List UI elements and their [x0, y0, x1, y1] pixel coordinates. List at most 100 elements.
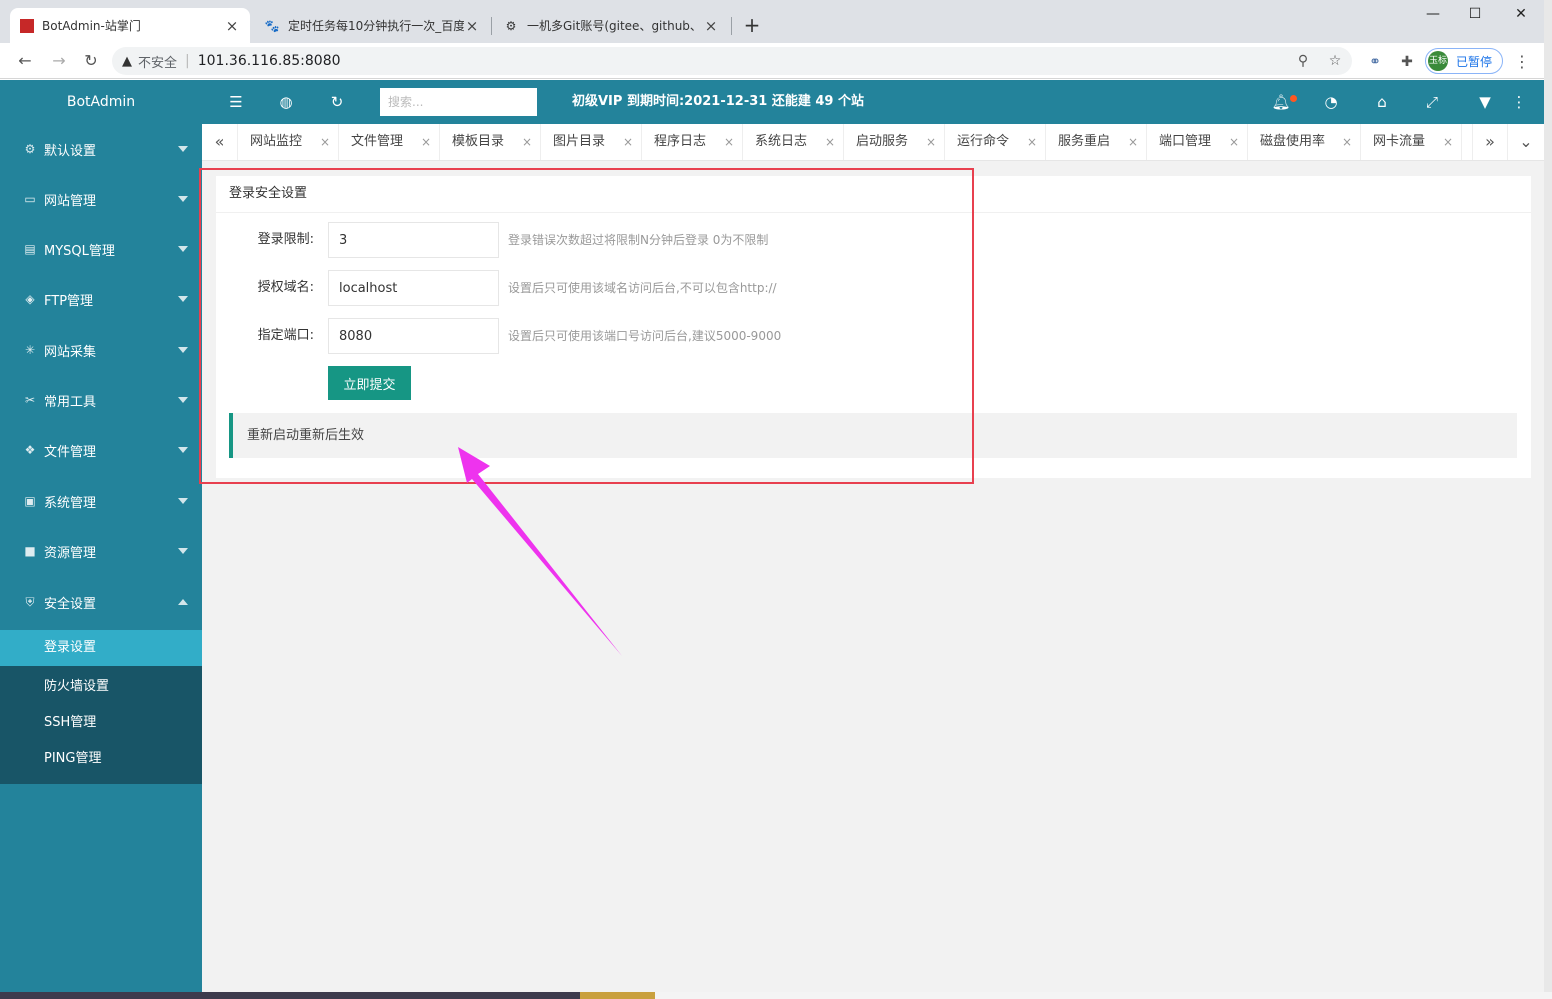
- reload-icon[interactable]: ↻: [80, 50, 102, 72]
- close-icon[interactable]: ×: [1342, 124, 1352, 160]
- port-input[interactable]: [328, 318, 499, 354]
- close-tab-icon[interactable]: ×: [464, 17, 480, 35]
- page-tab[interactable]: 启动服务 ×: [844, 124, 945, 160]
- page-tab[interactable]: 系统日志 ×: [743, 124, 844, 160]
- sidebar-item-default-settings[interactable]: ⚙ 默认设置: [0, 124, 202, 174]
- browser-tab-botadmin[interactable]: BotAdmin-站掌门 ×: [10, 8, 250, 43]
- url-text: 101.36.116.85:8080: [197, 53, 341, 69]
- close-icon[interactable]: ×: [926, 124, 936, 160]
- sidebar-item-security-settings[interactable]: ⛨ 安全设置: [0, 577, 202, 627]
- caret-down-icon: [178, 246, 188, 252]
- new-tab-plus-icon[interactable]: +: [740, 14, 764, 38]
- bookmark-star-icon[interactable]: ☆: [1324, 47, 1346, 75]
- more-vertical-icon[interactable]: ⋮: [1509, 92, 1529, 112]
- chevron-down-icon[interactable]: ⌄: [1508, 124, 1544, 160]
- submenu-firewall-settings[interactable]: 防火墙设置: [0, 669, 202, 705]
- scroll-right-double-chevron-icon[interactable]: »: [1472, 124, 1508, 160]
- globe-icon[interactable]: ◍: [276, 92, 296, 112]
- close-icon[interactable]: ×: [825, 124, 835, 160]
- extensions-puzzle-icon[interactable]: ✚: [1397, 52, 1417, 72]
- browser-menu-icon[interactable]: ⋮: [1513, 52, 1531, 71]
- close-tab-icon[interactable]: ×: [224, 17, 240, 35]
- page-tab[interactable]: 端口管理 ×: [1147, 124, 1248, 160]
- dashboard-gauge-icon[interactable]: ◔: [1321, 92, 1341, 112]
- page-tab[interactable]: 程序日志 ×: [642, 124, 743, 160]
- close-icon[interactable]: ×: [1128, 124, 1138, 160]
- baidu-paw-favicon-icon: 🐾: [264, 18, 280, 33]
- extension-link-icon[interactable]: ⚭: [1365, 52, 1385, 72]
- ftp-icon: ◈: [25, 292, 35, 306]
- submenu-login-settings[interactable]: 登录设置: [0, 630, 202, 666]
- close-icon[interactable]: ×: [1229, 124, 1239, 160]
- search-input[interactable]: [380, 88, 537, 116]
- fullscreen-icon[interactable]: ⤢: [1422, 92, 1442, 112]
- separator: |: [185, 53, 190, 69]
- scroll-left-double-chevron-icon[interactable]: «: [202, 124, 238, 160]
- refresh-icon[interactable]: ↻: [327, 92, 347, 112]
- login-limit-input[interactable]: [328, 222, 499, 258]
- page-tab[interactable]: 网站监控 ×: [238, 124, 339, 160]
- minimize-icon[interactable]: —: [1410, 6, 1456, 26]
- caret-down-icon: [178, 397, 188, 403]
- browser-tab-bar: BotAdmin-站掌门 × 🐾 定时任务每10分钟执行一次_百度 × ⚙ 一机…: [0, 0, 1544, 43]
- sidebar-item-site-management[interactable]: ▭ 网站管理: [0, 174, 202, 224]
- browser-tab-baidu[interactable]: 🐾 定时任务每10分钟执行一次_百度 ×: [254, 8, 490, 43]
- sidebar-item-resource-management[interactable]: ■ 资源管理: [0, 526, 202, 576]
- profile-button[interactable]: 玉标 已暂停: [1425, 48, 1503, 74]
- caret-down-icon: [178, 146, 188, 152]
- caret-up-icon: [178, 599, 188, 605]
- page-tab[interactable]: 模板目录 ×: [440, 124, 541, 160]
- back-arrow-icon[interactable]: ←: [14, 50, 36, 72]
- resource-icon: ■: [24, 544, 36, 558]
- sidebar-item-file-management[interactable]: ❖ 文件管理: [0, 425, 202, 475]
- vip-status: 初级VIP 到期时间:2021-12-31 还能建 49 个站: [572, 94, 864, 109]
- bell-icon[interactable]: 🔔︎: [1271, 92, 1291, 112]
- security-submenu: 登录设置 防火墙设置 SSH管理 PING管理: [0, 630, 202, 784]
- forward-arrow-icon[interactable]: →: [48, 50, 70, 72]
- close-icon[interactable]: ×: [1443, 124, 1453, 160]
- tag-icon[interactable]: ⌂: [1372, 92, 1392, 112]
- page-tab[interactable]: 网卡流量 ×: [1361, 124, 1462, 160]
- app-logo: BotAdmin: [0, 80, 202, 124]
- auth-domain-input[interactable]: [328, 270, 499, 306]
- sidebar-item-system-management[interactable]: ▣ 系统管理: [0, 476, 202, 526]
- menu-toggle-icon[interactable]: ☰: [226, 92, 246, 112]
- notification-dot: [1290, 95, 1297, 102]
- caret-down-icon: [178, 196, 188, 202]
- maximize-icon[interactable]: ☐: [1452, 6, 1498, 26]
- close-window-icon[interactable]: ✕: [1498, 6, 1544, 26]
- page-tab[interactable]: 文件管理 ×: [339, 124, 440, 160]
- omnibox[interactable]: ▲ 不安全 | 101.36.116.85:8080 ⚲ ☆: [112, 47, 1352, 75]
- sidebar-item-mysql[interactable]: ▤ MYSQL管理: [0, 224, 202, 274]
- profile-status: 已暂停: [1456, 54, 1493, 69]
- close-icon[interactable]: ×: [724, 124, 734, 160]
- page-tab[interactable]: 服务重启 ×: [1046, 124, 1147, 160]
- dropdown-caret-icon[interactable]: ▼: [1475, 92, 1495, 112]
- submenu-ping-management[interactable]: PING管理: [0, 741, 202, 777]
- sidebar-item-ftp[interactable]: ◈ FTP管理: [0, 274, 202, 324]
- sidebar-item-site-crawler[interactable]: ✳ 网站采集: [0, 325, 202, 375]
- caret-down-icon: [178, 447, 188, 453]
- close-icon[interactable]: ×: [623, 124, 633, 160]
- page-tab[interactable]: 磁盘使用率 ×: [1248, 124, 1361, 160]
- close-icon[interactable]: ×: [1027, 124, 1037, 160]
- sidebar-item-tools[interactable]: ✂ 常用工具: [0, 375, 202, 425]
- desktop-background: [580, 992, 655, 999]
- database-icon: ▤: [24, 242, 36, 256]
- git-favicon-icon: ⚙: [505, 18, 517, 33]
- browser-tab-git[interactable]: ⚙ 一机多Git账号(gitee、github、 ×: [493, 8, 729, 43]
- desktop-background: [655, 992, 1552, 999]
- close-icon[interactable]: ×: [320, 124, 330, 160]
- close-icon[interactable]: ×: [421, 124, 431, 160]
- page-tab[interactable]: 图片目录 ×: [541, 124, 642, 160]
- close-tab-icon[interactable]: ×: [703, 17, 719, 35]
- page-tab[interactable]: 运行命令 ×: [945, 124, 1046, 160]
- outer-scrollbar[interactable]: [1544, 0, 1552, 999]
- submenu-ssh-management[interactable]: SSH管理: [0, 705, 202, 741]
- sidebar: ⚙ 默认设置 ▭ 网站管理 ▤ MYSQL管理 ◈ FTP管理 ✳ 网站采集 ✂ 常用工具 …: [0, 124, 202, 992]
- caret-down-icon: [178, 548, 188, 554]
- close-icon[interactable]: ×: [522, 124, 532, 160]
- zoom-icon[interactable]: ⚲: [1292, 47, 1314, 75]
- submit-button[interactable]: 立即提交: [328, 366, 411, 400]
- restart-notice: 重新启动重新后生效: [229, 413, 1517, 458]
